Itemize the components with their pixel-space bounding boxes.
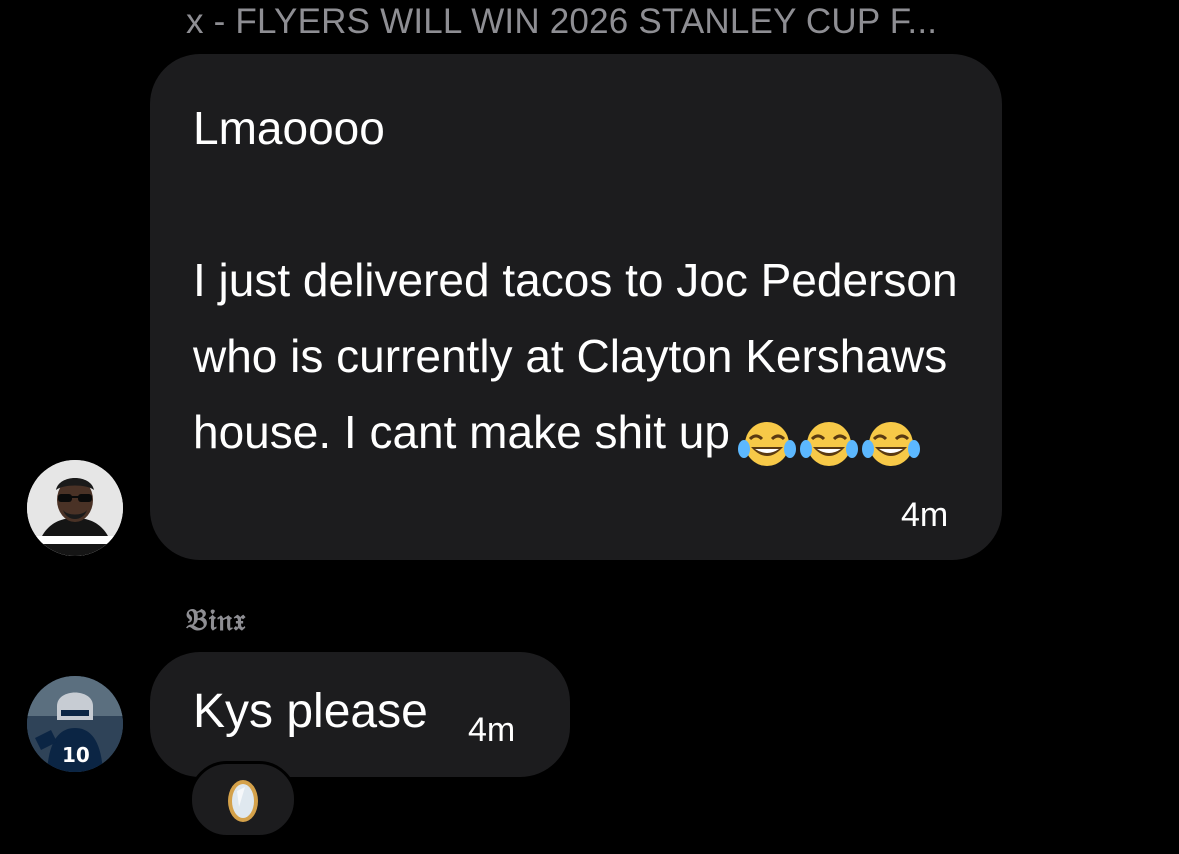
svg-text:10: 10 — [62, 743, 90, 767]
face-with-tears-of-joy-icon — [798, 415, 860, 466]
avatar-1[interactable] — [27, 460, 123, 556]
message-bubble-2[interactable]: Kys please 4m — [150, 652, 570, 777]
face-with-tears-of-joy-icon — [736, 415, 798, 466]
message-text-1: Lmaoooo I just delivered tacos to Joc Pe… — [193, 90, 973, 474]
avatar-2[interactable]: 10 — [27, 676, 123, 772]
message-text-2: Kys please — [193, 685, 428, 738]
sender-name-1: x - FLYERS WILL WIN 2026 STANLEY CUP F..… — [186, 2, 938, 41]
sender-name-2: 𝔅𝔦𝔫𝔵 — [186, 603, 247, 638]
timestamp-1: 4m — [901, 496, 949, 534]
message-bubble-1[interactable]: Lmaoooo I just delivered tacos to Joc Pe… — [150, 54, 1002, 560]
face-with-tears-of-joy-icon — [860, 415, 922, 466]
reaction-badge[interactable] — [189, 761, 297, 838]
emoji-group — [736, 398, 922, 474]
timestamp-2: 4m — [468, 711, 516, 749]
